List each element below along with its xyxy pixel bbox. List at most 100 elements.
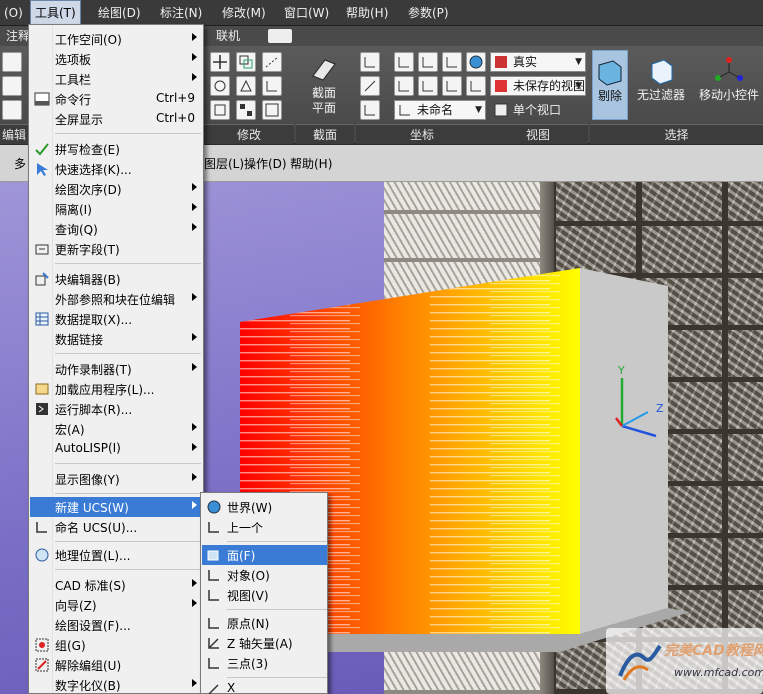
ucs-origin-icon	[208, 618, 219, 629]
ucs-face-icon[interactable]	[418, 52, 438, 72]
menu-item-toolbars[interactable]: 工具栏	[30, 69, 203, 89]
panel-title-edit[interactable]: 编辑	[0, 124, 28, 144]
menu-item-named-ucs[interactable]: 命名 UCS(U)...	[30, 517, 203, 537]
submenu-item-3point[interactable]: 三点(3)	[202, 653, 327, 673]
panel-title-coordinates[interactable]: 坐标	[356, 124, 488, 144]
menu-item-update-fields[interactable]: 更新字段(T)	[30, 239, 203, 259]
ucs-object-icon[interactable]	[442, 52, 462, 72]
menu-item-ungroup[interactable]: 解除编组(U)	[30, 655, 203, 675]
menu-item-draw-order[interactable]: 绘图次序(D)	[30, 179, 203, 199]
menu-layer[interactable]: 图层(L)	[204, 155, 244, 172]
ucs-y-icon[interactable]	[360, 100, 380, 120]
no-filter-button[interactable]: 无过滤器	[632, 54, 690, 103]
section-plane-button[interactable]: 截面 平面	[302, 52, 346, 116]
menu-item-group[interactable]: 组(G)	[30, 635, 203, 655]
ucs-world-icon[interactable]	[466, 52, 486, 72]
ucs-zaxis-icon[interactable]	[394, 76, 414, 96]
ucs-x-icon[interactable]	[360, 76, 380, 96]
menu-item-data-extraction[interactable]: 数据提取(X)...	[30, 309, 203, 329]
menu-partial-o[interactable]: (O)	[0, 0, 27, 26]
menu-help[interactable]: 帮助(H)	[342, 0, 392, 26]
menu-item-macro[interactable]: 宏(A)	[30, 419, 203, 439]
menu-draw[interactable]: 绘图(D)	[94, 0, 145, 26]
submenu-item-face[interactable]: 面(F)	[202, 545, 327, 565]
box-side-face[interactable]	[580, 268, 668, 634]
menu-item-display-image[interactable]: 显示图像(Y)	[30, 469, 203, 489]
data-extraction-icon	[35, 312, 49, 326]
menu-parameters[interactable]: 参数(P)	[404, 0, 453, 26]
stretch-icon[interactable]	[262, 52, 282, 72]
tool-left-3-icon[interactable]	[2, 100, 22, 120]
ribbon-options-icon[interactable]	[268, 29, 292, 43]
toolbar2-partial[interactable]: 多	[14, 155, 26, 172]
ucs-3point-icon[interactable]	[418, 76, 438, 96]
menu-item-cad-standards[interactable]: CAD 标准(S)	[30, 575, 203, 595]
menu-item-block-editor[interactable]: 块编辑器(B)	[30, 269, 203, 289]
tab-online[interactable]: 联机	[216, 26, 240, 46]
menu-tools[interactable]: 工具(T)	[30, 0, 81, 26]
move-icon[interactable]	[210, 52, 230, 72]
menu-operation[interactable]: 操作(D)	[244, 155, 287, 172]
tool-left-2-icon[interactable]	[2, 76, 22, 96]
menu-item-label: 选项板	[55, 53, 92, 67]
move-gizmo-button[interactable]: 移动小控件	[696, 54, 762, 103]
submenu-item-zaxis[interactable]: Z 轴矢量(A)	[202, 633, 327, 653]
panel-title-section[interactable]: 截面	[296, 124, 354, 144]
ucs-view-icon[interactable]	[442, 76, 462, 96]
submenu-item-world[interactable]: 世界(W)	[202, 497, 327, 517]
menu-dimension[interactable]: 标注(N)	[156, 0, 206, 26]
ucs-name-combo[interactable]: 未命名 ▼	[394, 100, 486, 120]
menu-item-label: 新建 UCS(W)	[55, 501, 129, 515]
menu-item-tablet[interactable]: 数字化仪(B)	[30, 675, 203, 694]
scale-icon[interactable]	[210, 100, 230, 120]
menu-item-inquiry[interactable]: 查询(Q)	[30, 219, 203, 239]
menu-item-isolate[interactable]: 隔离(I)	[30, 199, 203, 219]
menu-item-spell-check[interactable]: 拼写检查(E)	[30, 139, 203, 159]
ucs-prev-icon[interactable]	[466, 76, 486, 96]
menu-item-xref-inplace-edit[interactable]: 外部参照和块在位编辑	[30, 289, 203, 309]
menu-item-run-script[interactable]: 运行脚本(R)...	[30, 399, 203, 419]
copy-icon[interactable]	[236, 52, 256, 72]
mirror-icon[interactable]	[236, 76, 256, 96]
menu-window[interactable]: 窗口(W)	[280, 0, 333, 26]
tool-left-1-icon[interactable]	[2, 52, 22, 72]
menu-item-command-line[interactable]: 命令行 Ctrl+9	[30, 89, 203, 109]
rotate-icon[interactable]	[210, 76, 230, 96]
saved-view-combo[interactable]: 未保存的视图 ▼	[490, 76, 586, 96]
submenu-item-x[interactable]: X	[202, 679, 327, 694]
menu-item-palettes[interactable]: 选项板	[30, 49, 203, 69]
submenu-item-view[interactable]: 视图(V)	[202, 585, 327, 605]
cull-button[interactable]: 剔除	[592, 50, 628, 120]
menu-item-new-ucs[interactable]: 新建 UCS(W)	[30, 497, 203, 517]
menu-item-fullscreen[interactable]: 全屏显示 Ctrl+0	[30, 109, 203, 129]
menu-item-autolisp[interactable]: AutoLISP(I)	[30, 439, 203, 459]
visual-style-combo[interactable]: 真实 ▼	[490, 52, 586, 72]
offset-icon[interactable]	[262, 100, 282, 120]
fillet-icon[interactable]	[262, 76, 282, 96]
submenu-item-origin[interactable]: 原点(N)	[202, 613, 327, 633]
ucs-origin-icon[interactable]	[394, 52, 414, 72]
tab-annotate[interactable]: 注释	[6, 26, 30, 46]
menu-item-quick-select[interactable]: 快速选择(K)...	[30, 159, 203, 179]
submenu-item-previous[interactable]: 上一个	[202, 517, 327, 537]
array-icon[interactable]	[236, 100, 256, 120]
panel-title-selection[interactable]: 选择	[590, 124, 763, 144]
quick-select-icon	[37, 163, 48, 176]
menu-item-workspace[interactable]: 工作空间(O)	[30, 29, 203, 49]
menu-separator	[55, 493, 201, 494]
menu-item-data-links[interactable]: 数据链接	[30, 329, 203, 349]
panel-title-modify[interactable]: 修改	[204, 124, 294, 144]
ucs-x-icon	[208, 684, 219, 694]
menu-help-2[interactable]: 帮助(H)	[290, 155, 332, 172]
ucs-3point-icon	[208, 658, 219, 669]
menu-item-wizards[interactable]: 向导(Z)	[30, 595, 203, 615]
menu-modify[interactable]: 修改(M)	[218, 0, 270, 26]
submenu-item-object[interactable]: 对象(O)	[202, 565, 327, 585]
panel-title-view[interactable]: 视图	[488, 124, 588, 144]
viewport-config-button[interactable]: 单个视口	[490, 100, 586, 120]
ucs-icon[interactable]	[360, 52, 380, 72]
menu-item-drafting-settings[interactable]: 绘图设置(F)...	[30, 615, 203, 635]
menu-item-geolocation[interactable]: 地理位置(L)...	[30, 545, 203, 565]
menu-item-action-recorder[interactable]: 动作录制器(T)	[30, 359, 203, 379]
menu-item-load-application[interactable]: 加载应用程序(L)...	[30, 379, 203, 399]
